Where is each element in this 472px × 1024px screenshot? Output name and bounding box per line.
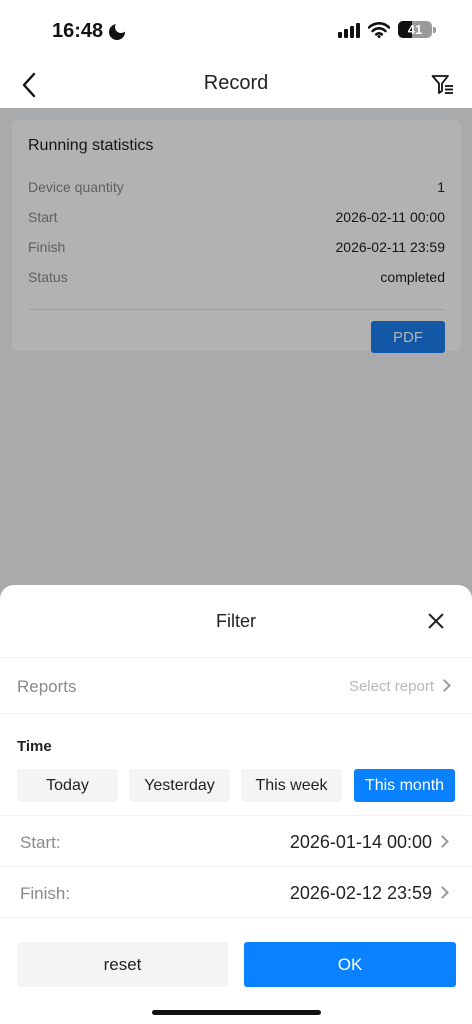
start-label: Start: (20, 833, 61, 852)
filter-button[interactable] (428, 70, 458, 100)
time-range-chips: Today Yesterday This week This month (17, 769, 456, 802)
chevron-right-icon (436, 835, 449, 848)
filter-header: Filter (0, 585, 472, 658)
page-title: Record (203, 72, 269, 94)
battery-percentage: 41 (407, 22, 423, 37)
chip-today[interactable]: Today (17, 769, 118, 802)
home-indicator (152, 1010, 321, 1015)
chip-yesterday[interactable]: Yesterday (129, 769, 230, 802)
finish-label: Finish: (20, 884, 71, 903)
nav-bar: Record (0, 62, 472, 108)
battery-icon: 41 (398, 21, 436, 38)
reset-button[interactable]: reset (17, 942, 228, 987)
reports-label: Reports (17, 677, 77, 696)
status-time-text: 16:48 (52, 20, 104, 42)
close-icon[interactable] (426, 611, 446, 631)
start-date-row[interactable]: Start: 2026-01-14 00:00 (0, 815, 472, 866)
filter-title: Filter (216, 611, 256, 631)
select-report-placeholder: Select report (348, 678, 434, 695)
status-time: 16:48 (52, 20, 128, 43)
finish-date-row[interactable]: Finish: 2026-02-12 23:59 (0, 866, 472, 917)
start-value: 2026-01-14 00:00 (289, 832, 432, 852)
finish-value: 2026-02-12 23:59 (289, 883, 432, 903)
filter-list-icon (431, 75, 453, 94)
cellular-signal-icon (338, 22, 360, 38)
filter-sheet: Filter Reports Select report Time Today … (0, 585, 472, 1024)
chip-this-month[interactable]: This month (354, 769, 455, 802)
chevron-right-icon (436, 886, 449, 899)
chevron-right-icon (438, 679, 451, 692)
status-icons: 41 (338, 21, 436, 38)
reports-selector[interactable]: Reports Select report (0, 658, 472, 714)
time-section-label: Time (17, 738, 52, 755)
status-bar: 16:48 41 (0, 0, 472, 62)
chip-this-week[interactable]: This week (241, 769, 342, 802)
wifi-icon (368, 21, 390, 38)
ok-button[interactable]: OK (244, 942, 456, 987)
moon-icon (109, 20, 128, 40)
footer-divider (0, 917, 472, 918)
